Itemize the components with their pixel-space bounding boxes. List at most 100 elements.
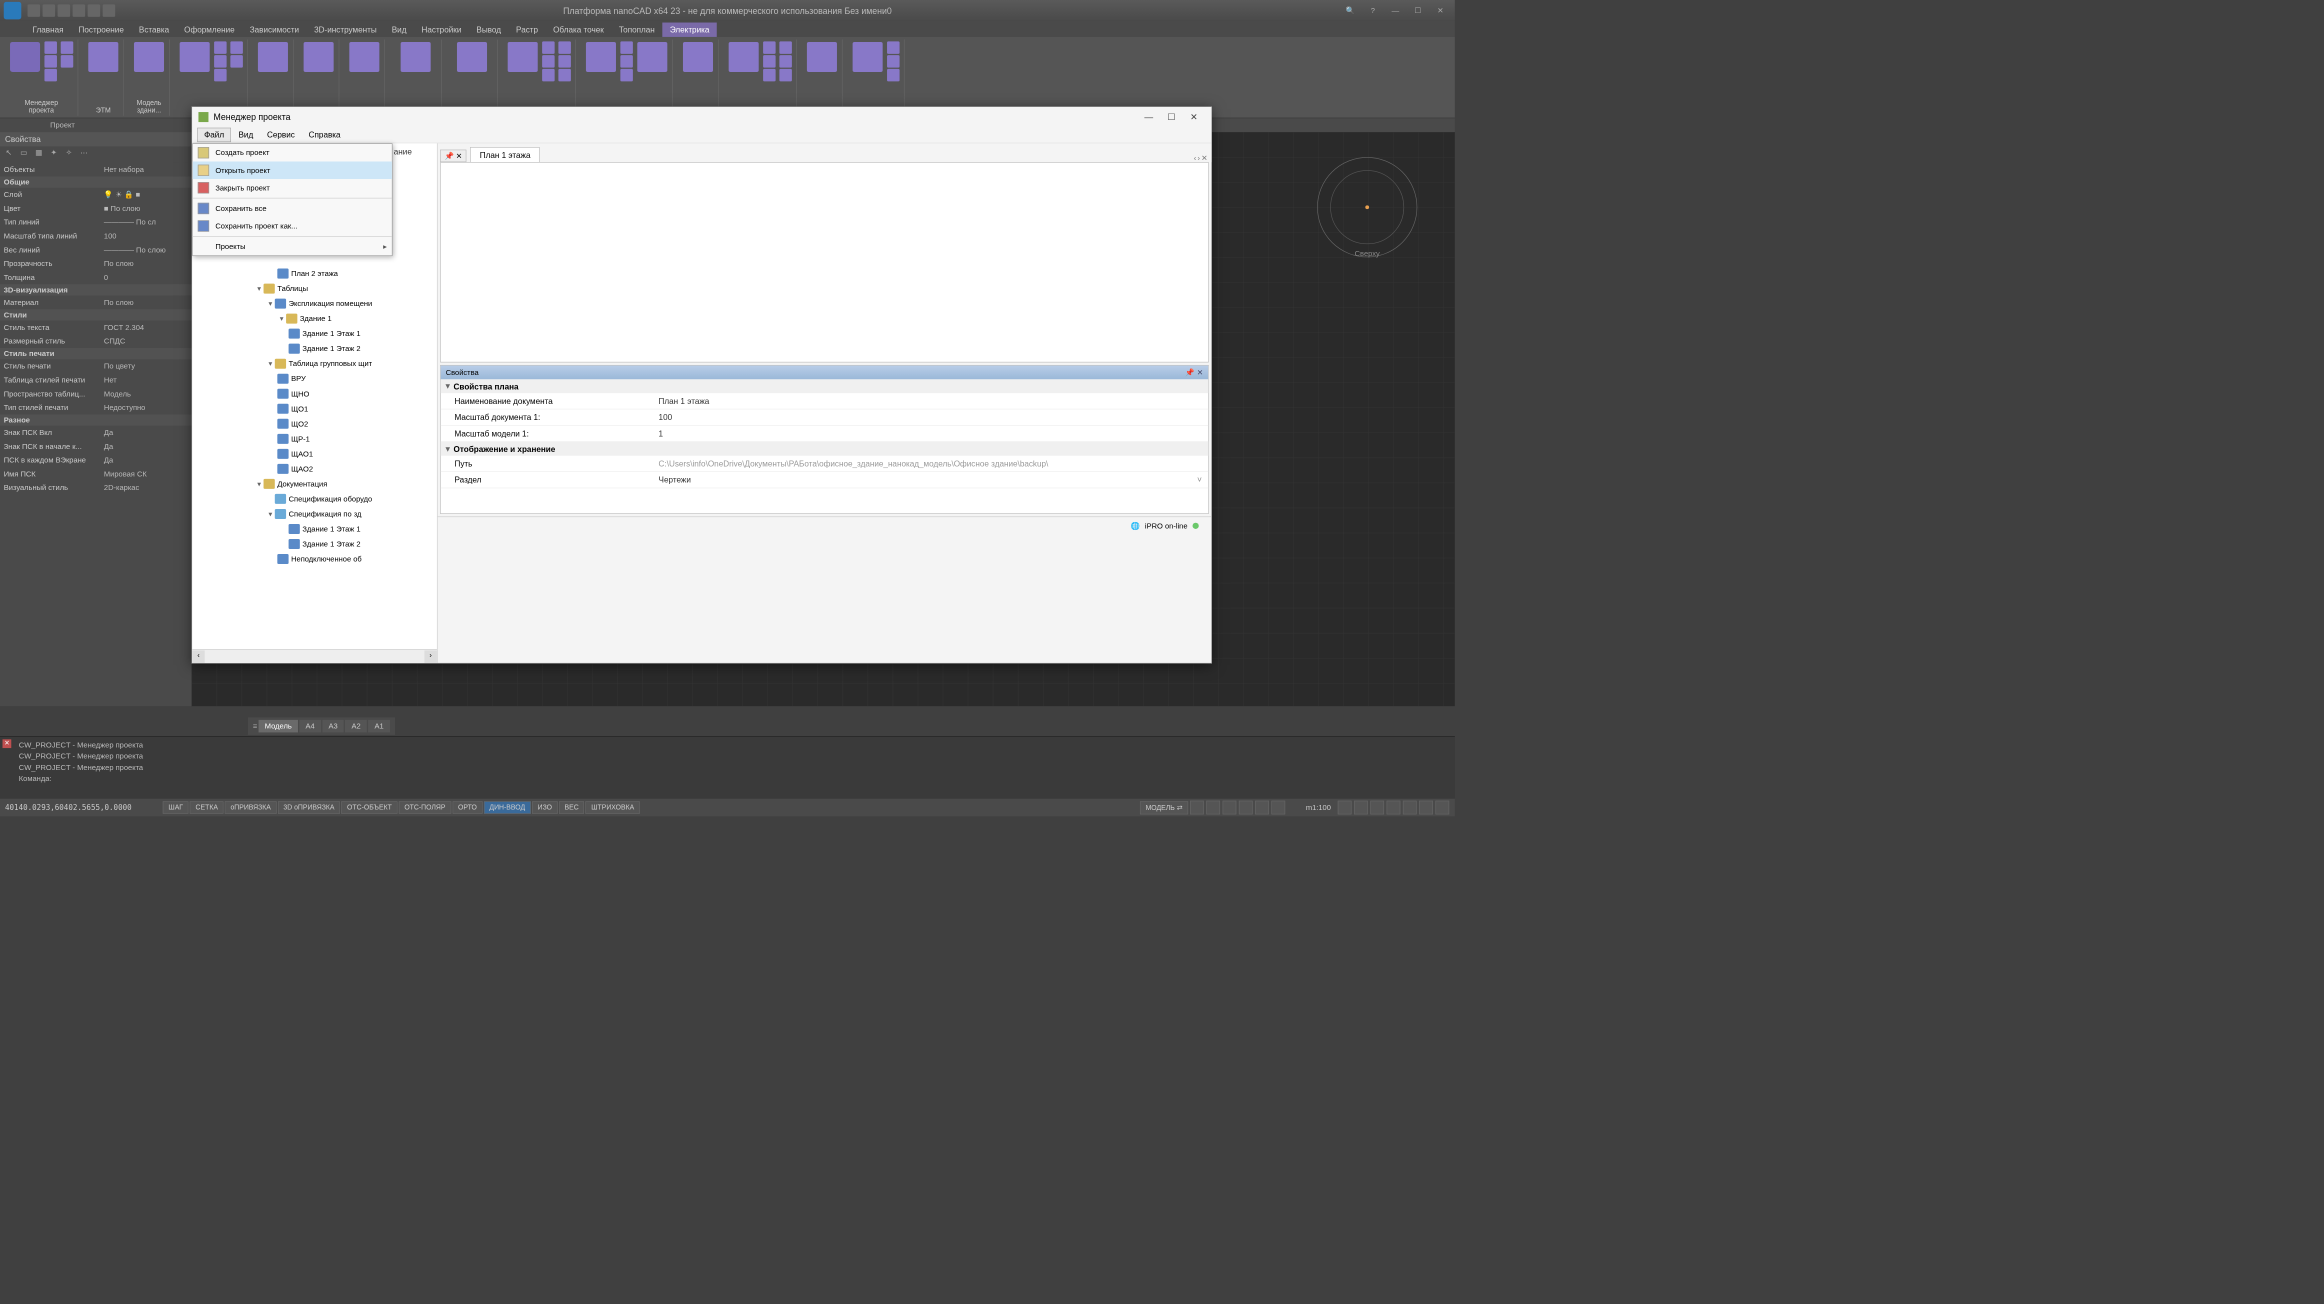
- tab-settings[interactable]: Настройки: [414, 23, 469, 37]
- app-logo[interactable]: [4, 2, 22, 20]
- tree-item-documentation[interactable]: ▾Документация: [192, 476, 437, 491]
- model-icon[interactable]: [134, 42, 164, 72]
- ribbon-sm-icon[interactable]: [763, 55, 776, 68]
- tree-item-spec-equip[interactable]: Спецификация оборудо: [192, 491, 437, 506]
- dialog-minimize-button[interactable]: —: [1137, 108, 1160, 126]
- tree-item-bldg1[interactable]: ▾Здание 1: [192, 311, 437, 326]
- ribbon-sm-icon[interactable]: [887, 55, 900, 68]
- sb-osnap[interactable]: оПРИВЯЗКА: [225, 801, 277, 814]
- tab-view[interactable]: Вид: [384, 23, 414, 37]
- cmdline-close-icon[interactable]: ✕: [3, 739, 12, 748]
- menu-file[interactable]: Файл: [197, 128, 231, 142]
- menu-create-project[interactable]: Создать проект: [193, 144, 392, 162]
- tab-home[interactable]: Главная: [25, 23, 71, 37]
- tab-raster[interactable]: Растр: [509, 23, 546, 37]
- maximize-button[interactable]: ☐: [1407, 3, 1428, 18]
- ribbon-sm-icon[interactable]: [230, 41, 243, 54]
- sb-icon6[interactable]: [1271, 801, 1285, 815]
- ribbon-sm-icon[interactable]: [542, 69, 555, 82]
- tree-item-explication[interactable]: ▾Экспликация помещени: [192, 296, 437, 311]
- sb-icon4[interactable]: [1239, 801, 1253, 815]
- menu-save-all[interactable]: Сохранить все: [193, 200, 392, 218]
- compass-label[interactable]: Сверху: [1350, 248, 1385, 259]
- sb-regen-icon[interactable]: [1387, 801, 1401, 815]
- sb-icon3[interactable]: [1223, 801, 1237, 815]
- tree-item-plan2[interactable]: План 2 этажа: [192, 266, 437, 281]
- ribbon-sm-icon[interactable]: [214, 69, 227, 82]
- routing2-icon[interactable]: [586, 42, 616, 72]
- tab-pointcloud[interactable]: Облака точек: [546, 23, 612, 37]
- ribbon-sm-icon[interactable]: [542, 55, 555, 68]
- sb-hatch[interactable]: ШТРИХОВКА: [586, 801, 640, 814]
- ribbon-sm-icon[interactable]: [620, 55, 633, 68]
- sb-icon1[interactable]: [1190, 801, 1204, 815]
- sb-polar[interactable]: ОТС-ПОЛЯР: [399, 801, 451, 814]
- tab-a3[interactable]: A3: [322, 720, 344, 733]
- sb-snap[interactable]: ШАГ: [163, 801, 189, 814]
- sb-iso[interactable]: ИЗО: [532, 801, 558, 814]
- tree-item-shao2[interactable]: ЩАО2: [192, 461, 437, 476]
- tab-prev-icon[interactable]: ‹: [1194, 153, 1197, 162]
- sb-scale[interactable]: m1:100: [1301, 803, 1336, 812]
- sb-icon2[interactable]: [1206, 801, 1220, 815]
- qat-new-icon[interactable]: [28, 4, 41, 17]
- doc-tab-plan1[interactable]: План 1 этажа: [470, 147, 540, 162]
- tab-constraints[interactable]: Зависимости: [242, 23, 306, 37]
- tree-item-b1e2[interactable]: Здание 1 Этаж 2: [192, 341, 437, 356]
- menu-service[interactable]: Сервис: [261, 128, 301, 141]
- sb-weight[interactable]: ВЕС: [559, 801, 584, 814]
- command-prompt[interactable]: Команда:: [19, 773, 1449, 784]
- ribbon-sm-icon[interactable]: [779, 69, 792, 82]
- ribbon-sm-icon[interactable]: [61, 41, 74, 54]
- sb-zoom-icon[interactable]: [1354, 801, 1368, 815]
- tab-model[interactable]: Модель: [259, 720, 298, 733]
- tree-item-tables[interactable]: ▾Таблицы: [192, 281, 437, 296]
- tab-electrical[interactable]: Электрика: [662, 23, 717, 37]
- tree-item-sho2[interactable]: ЩО2: [192, 416, 437, 431]
- ribbon-sm-icon[interactable]: [214, 55, 227, 68]
- tab-close-icon[interactable]: ✕: [1201, 153, 1207, 162]
- menu-projects[interactable]: Проекты: [193, 238, 392, 256]
- qat-open-icon[interactable]: [43, 4, 56, 17]
- ribbon-sm-icon[interactable]: [779, 41, 792, 54]
- ribbon-sm-icon[interactable]: [763, 69, 776, 82]
- etm-icon[interactable]: [88, 42, 118, 72]
- tab-a1[interactable]: A1: [368, 720, 390, 733]
- tree-hscroll[interactable]: ‹ ›: [192, 649, 437, 663]
- connection-icon[interactable]: [401, 42, 431, 72]
- create-icon[interactable]: [180, 42, 210, 72]
- project-tree[interactable]: План 2 этажа ▾Таблицы ▾Экспликация помещ…: [192, 264, 437, 650]
- tree-item-spec-bldg[interactable]: ▾Спецификация по зд: [192, 506, 437, 521]
- menu-view[interactable]: Вид: [232, 128, 259, 141]
- qat-undo-icon[interactable]: [73, 4, 86, 17]
- ribbon-sm-icon[interactable]: [44, 69, 57, 82]
- tab-output[interactable]: Вывод: [469, 23, 509, 37]
- cursor-icon[interactable]: ↖: [3, 148, 16, 161]
- menu-close-project[interactable]: Закрыть проект: [193, 179, 392, 197]
- routing-icon[interactable]: [507, 42, 537, 72]
- ribbon-sm-icon[interactable]: [887, 69, 900, 82]
- props-section-storage[interactable]: Отображение и хранение: [441, 442, 1208, 456]
- dialog-maximize-button[interactable]: ☐: [1160, 108, 1183, 126]
- ribbon-sm-icon[interactable]: [620, 69, 633, 82]
- qat-save-icon[interactable]: [58, 4, 71, 17]
- tab-format[interactable]: Оформление: [177, 23, 243, 37]
- tree-item-b1e1[interactable]: Здание 1 Этаж 1: [192, 326, 437, 341]
- special-icon[interactable]: [728, 42, 758, 72]
- menu-save-as[interactable]: Сохранить проект как...: [193, 217, 392, 235]
- tree-item-shno[interactable]: ЩНО: [192, 386, 437, 401]
- command-line[interactable]: ✕ CW_PROJECT - Менеджер проекта CW_PROJE…: [0, 736, 1455, 799]
- tab-3d[interactable]: 3D-инструменты: [307, 23, 385, 37]
- tab-a4[interactable]: A4: [299, 720, 321, 733]
- sb-model-toggle[interactable]: МОДЕЛЬ ⇄: [1140, 801, 1188, 814]
- sb-gear-icon[interactable]: [1435, 801, 1449, 815]
- layout-menu-icon[interactable]: ≡: [253, 722, 257, 731]
- document-preview[interactable]: [440, 162, 1209, 362]
- tab-topo[interactable]: Топоплан: [611, 23, 662, 37]
- tree-item-vru[interactable]: ВРУ: [192, 371, 437, 386]
- ribbon-sm-icon[interactable]: [887, 41, 900, 54]
- minimize-button[interactable]: —: [1385, 3, 1406, 18]
- project-manager-icon[interactable]: [10, 42, 40, 72]
- menu-open-project[interactable]: Открыть проект: [193, 162, 392, 180]
- sb-dyninput[interactable]: ДИН-ВВОД: [484, 801, 531, 814]
